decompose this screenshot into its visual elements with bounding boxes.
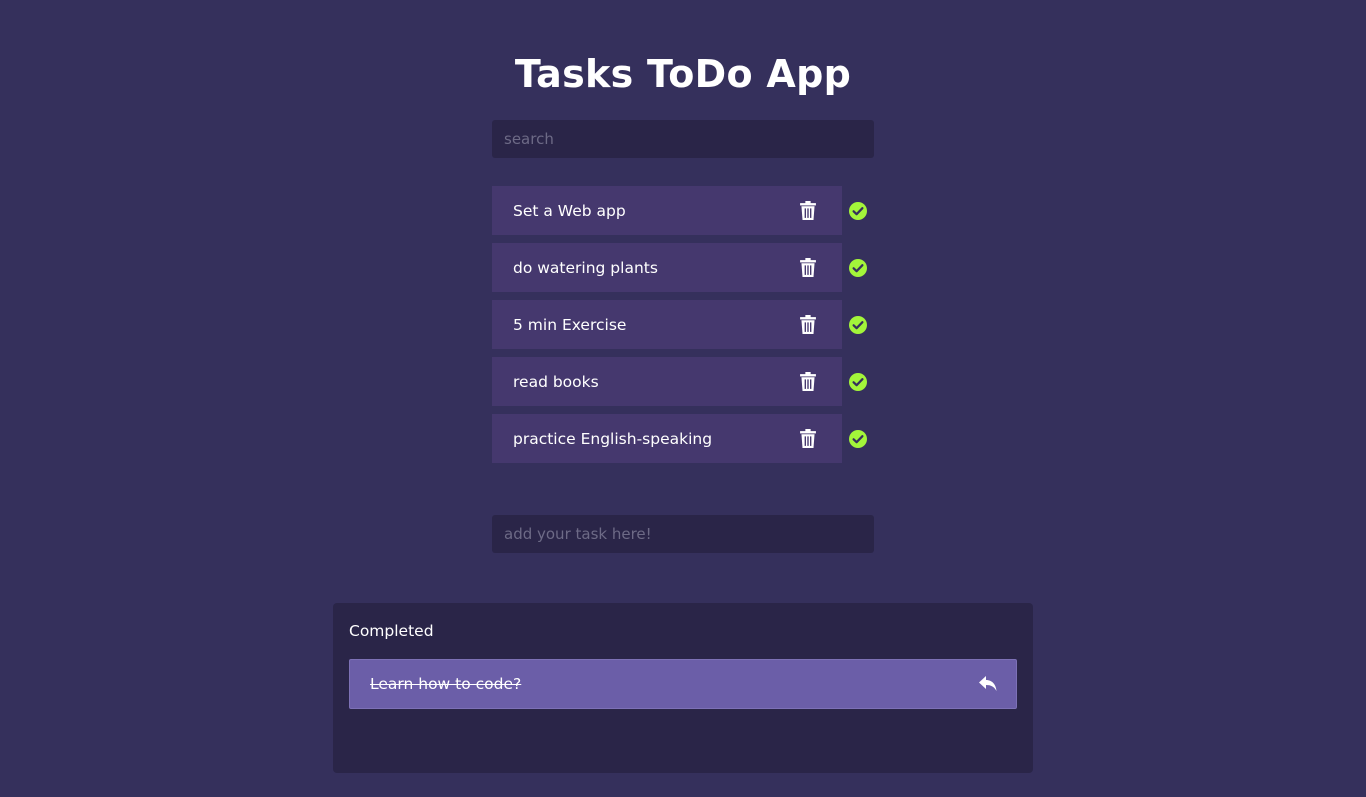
- search-input[interactable]: [492, 120, 874, 158]
- check-circle-icon[interactable]: [849, 373, 867, 391]
- task-label: do watering plants: [513, 258, 658, 277]
- completed-item: Learn how to code?: [349, 659, 1017, 709]
- task-label: read books: [513, 372, 599, 391]
- trash-icon[interactable]: [799, 372, 817, 391]
- trash-icon[interactable]: [799, 258, 817, 277]
- task-row: do watering plants: [492, 243, 882, 292]
- check-circle-icon[interactable]: [849, 259, 867, 277]
- trash-icon[interactable]: [799, 201, 817, 220]
- undo-icon[interactable]: [978, 675, 998, 693]
- task-item: 5 min Exercise: [492, 300, 842, 349]
- task-list: Set a Web app do watering plants 5 min E…: [492, 186, 882, 471]
- task-item: read books: [492, 357, 842, 406]
- completed-item-label: Learn how to code?: [370, 675, 522, 693]
- check-circle-icon[interactable]: [849, 316, 867, 334]
- task-item: do watering plants: [492, 243, 842, 292]
- task-label: Set a Web app: [513, 201, 626, 220]
- todo-app: Tasks ToDo App Set a Web app: [0, 0, 1366, 797]
- task-row: practice English-speaking: [492, 414, 882, 463]
- task-row: Set a Web app: [492, 186, 882, 235]
- task-item: Set a Web app: [492, 186, 842, 235]
- check-circle-icon[interactable]: [849, 430, 867, 448]
- trash-icon[interactable]: [799, 315, 817, 334]
- task-label: practice English-speaking: [513, 429, 713, 448]
- trash-icon[interactable]: [799, 429, 817, 448]
- task-label: 5 min Exercise: [513, 315, 627, 334]
- task-row: read books: [492, 357, 882, 406]
- completed-heading: Completed: [349, 622, 434, 640]
- task-item: practice English-speaking: [492, 414, 842, 463]
- add-task-input[interactable]: [492, 515, 874, 553]
- task-row: 5 min Exercise: [492, 300, 882, 349]
- check-circle-icon[interactable]: [849, 202, 867, 220]
- page-title: Tasks ToDo App: [514, 52, 852, 96]
- completed-panel: Completed Learn how to code?: [333, 603, 1033, 773]
